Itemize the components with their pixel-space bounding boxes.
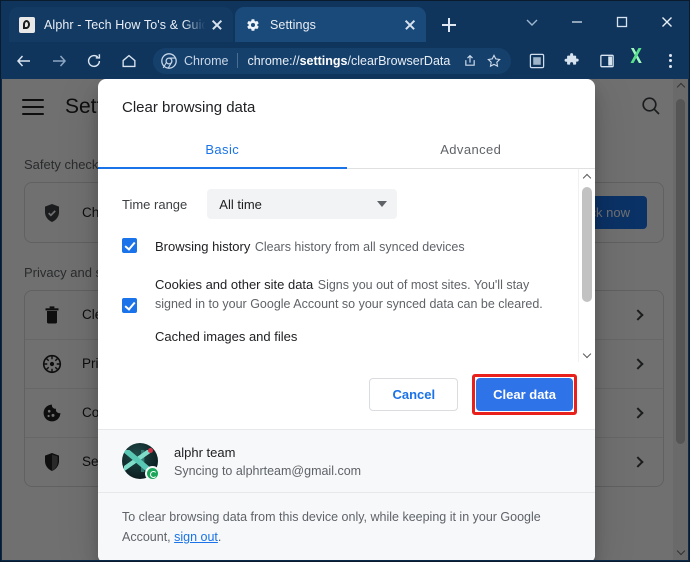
back-arrow-icon[interactable]: [9, 46, 39, 76]
dialog-footnote: To clear browsing data from this device …: [98, 492, 595, 560]
dialog-content: Time range All time Browsing history Cle…: [98, 169, 578, 362]
alphr-favicon: [19, 16, 35, 33]
home-icon[interactable]: [114, 46, 144, 76]
omnibox-divider: [237, 53, 239, 68]
option-text: Cookies and other site data Signs you ou…: [155, 276, 554, 314]
new-tab-button[interactable]: [435, 12, 463, 38]
dialog-actions: Cancel Clear data: [98, 362, 595, 429]
dialog-scrollbar[interactable]: [578, 169, 595, 362]
window-controls: [509, 1, 689, 42]
star-icon[interactable]: [483, 50, 505, 72]
profile-avatar-icon[interactable]: [627, 46, 657, 76]
side-panel-icon[interactable]: [592, 46, 622, 76]
tab-strip: Alphr - Tech How To's & Guides Settings: [1, 1, 689, 42]
footnote-period: .: [217, 530, 222, 544]
extensions-puzzle-icon[interactable]: [557, 46, 587, 76]
tab-title: Alphr - Tech How To's & Guides: [44, 17, 207, 32]
tab-basic[interactable]: Basic: [98, 132, 347, 168]
screenshot-capture-icon[interactable]: [522, 46, 552, 76]
option-text: Browsing history Clears history from all…: [155, 238, 554, 257]
cancel-button[interactable]: Cancel: [369, 378, 459, 411]
browser-window: Alphr - Tech How To's & Guides Settings: [0, 0, 690, 562]
scrollbar-thumb[interactable]: [582, 187, 592, 302]
option-title: Cookies and other site data: [155, 277, 314, 292]
time-range-label: Time range: [122, 196, 188, 212]
option-title: Cached images and files: [155, 329, 298, 344]
chrome-logo-icon: [161, 52, 177, 69]
tab-settings[interactable]: Settings: [235, 7, 426, 42]
reload-icon[interactable]: [79, 46, 109, 76]
account-sync-status: Syncing to alphrteam@gmail.com: [174, 463, 362, 478]
clear-browsing-data-dialog: Clear browsing data Basic Advanced Time …: [98, 79, 595, 560]
option-browsing-history: Browsing history Clears history from all…: [98, 219, 578, 257]
dialog-scroll-area: Time range All time Browsing history Cle…: [98, 169, 595, 362]
forward-arrow-icon[interactable]: [44, 46, 74, 76]
scroll-up-arrow-icon[interactable]: [579, 169, 595, 185]
close-icon[interactable]: [400, 15, 420, 35]
tab-alphr[interactable]: Alphr - Tech How To's & Guides: [9, 7, 233, 42]
scroll-down-arrow-icon[interactable]: [579, 346, 595, 362]
account-name: alphr team: [174, 444, 236, 460]
share-icon[interactable]: [459, 50, 481, 72]
maximize-button[interactable]: [599, 1, 644, 42]
tab-search-chevron-icon[interactable]: [509, 1, 554, 42]
option-cached-images: Cached images and files: [98, 314, 578, 346]
time-range-select[interactable]: All time: [207, 189, 398, 219]
option-title: Browsing history: [155, 239, 251, 254]
option-cookies: Cookies and other site data Signs you ou…: [98, 257, 578, 314]
close-button[interactable]: [644, 1, 689, 42]
avatar: [122, 443, 160, 481]
omnibox-url: chrome://settings/clearBrowserData: [247, 53, 451, 68]
omnibox-chip-label: Chrome: [184, 53, 229, 68]
chevron-down-icon: [377, 201, 388, 207]
account-row[interactable]: alphr team Syncing to alphrteam@gmail.co…: [98, 429, 595, 492]
clear-data-button[interactable]: Clear data: [476, 378, 573, 411]
dialog-title: Clear browsing data: [122, 99, 256, 116]
tab-advanced[interactable]: Advanced: [347, 132, 596, 168]
address-bar[interactable]: Chrome chrome://settings/clearBrowserDat…: [153, 47, 511, 74]
checkbox-cookies[interactable]: [122, 298, 137, 313]
clear-data-highlight: Clear data: [472, 374, 577, 415]
sign-out-link[interactable]: sign out: [174, 530, 218, 544]
time-range-value: All time: [219, 196, 262, 212]
dialog-tabs: Basic Advanced: [98, 132, 595, 169]
page-viewport: Settings Safety check Chrome can h: [2, 79, 688, 560]
sync-badge-icon: [145, 466, 160, 481]
option-text: Cached images and files: [155, 328, 554, 346]
gear-icon: [245, 17, 261, 33]
close-icon[interactable]: [207, 15, 227, 35]
window-frame: Alphr - Tech How To's & Guides Settings: [0, 0, 690, 562]
checkbox-browsing-history[interactable]: [122, 238, 137, 253]
browser-toolbar: Chrome chrome://settings/clearBrowserDat…: [1, 42, 689, 79]
option-subtitle: Clears history from all synced devices: [254, 240, 465, 254]
three-dot-menu-icon[interactable]: [657, 46, 683, 76]
omnibox-actions: [457, 50, 505, 72]
account-text: alphr team Syncing to alphrteam@gmail.co…: [174, 445, 361, 478]
tab-title: Settings: [270, 17, 316, 32]
time-range-row: Time range All time: [98, 169, 578, 219]
minimize-button[interactable]: [554, 1, 599, 42]
